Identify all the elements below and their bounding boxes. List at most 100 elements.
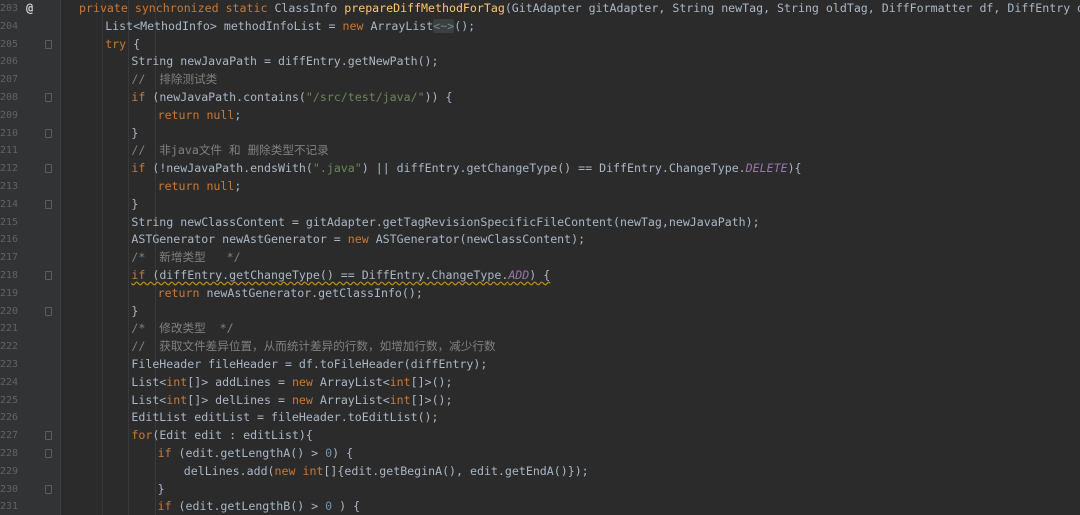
- code-line[interactable]: if (diffEntry.getChangeType() == DiffEnt…: [61, 267, 1080, 285]
- code-line[interactable]: }: [61, 303, 1080, 321]
- code-line[interactable]: return null;: [61, 107, 1080, 125]
- code-line[interactable]: if (newJavaPath.contains("/src/test/java…: [61, 89, 1080, 107]
- code-text[interactable]: String newClassContent = gitAdapter.getT…: [131, 214, 759, 232]
- code-line[interactable]: }: [61, 481, 1080, 499]
- line-number[interactable]: 226: [0, 409, 18, 427]
- code-text[interactable]: }: [131, 196, 138, 214]
- code-line[interactable]: String newClassContent = gitAdapter.getT…: [61, 214, 1080, 232]
- line-number[interactable]: 230: [0, 481, 18, 499]
- code-line[interactable]: return newAstGenerator.getClassInfo();: [61, 285, 1080, 303]
- code-line[interactable]: if (!newJavaPath.endsWith(".java") || di…: [61, 160, 1080, 178]
- line-number[interactable]: 203: [0, 0, 18, 18]
- code-line[interactable]: private synchronized static ClassInfo pr…: [61, 0, 1080, 18]
- code-text[interactable]: FileHeader fileHeader = df.toFileHeader(…: [131, 356, 487, 374]
- line-number[interactable]: 223: [0, 356, 18, 374]
- line-number[interactable]: 231: [0, 498, 18, 515]
- line-number[interactable]: 209: [0, 107, 18, 125]
- code-line[interactable]: EditList editList = fileHeader.toEditLis…: [61, 409, 1080, 427]
- fold-toggle-icon[interactable]: [45, 39, 52, 49]
- code-line[interactable]: }: [61, 125, 1080, 143]
- line-number[interactable]: 224: [0, 374, 18, 392]
- code-text[interactable]: ASTGenerator newAstGenerator = new ASTGe…: [131, 231, 585, 249]
- code-text[interactable]: private synchronized static ClassInfo pr…: [79, 0, 1080, 18]
- code-text[interactable]: // 排除测试类: [131, 71, 217, 89]
- code-text[interactable]: List<MethodInfo> methodInfoList = new Ar…: [105, 18, 475, 36]
- code-text[interactable]: String newJavaPath = diffEntry.getNewPat…: [131, 53, 438, 71]
- code-text[interactable]: delLines.add(new int[]{edit.getBeginA(),…: [184, 463, 589, 481]
- line-number[interactable]: 211: [0, 142, 18, 160]
- code-area[interactable]: private synchronized static ClassInfo pr…: [61, 0, 1080, 515]
- line-number[interactable]: 217: [0, 249, 18, 267]
- code-text[interactable]: }: [131, 125, 138, 143]
- line-number[interactable]: 216: [0, 231, 18, 249]
- code-text[interactable]: if (newJavaPath.contains("/src/test/java…: [131, 89, 452, 107]
- code-line[interactable]: // 获取文件差异位置，从而统计差异的行数，如增加行数，减少行数: [61, 338, 1080, 356]
- fold-toggle-icon[interactable]: [45, 93, 52, 102]
- line-number[interactable]: 222: [0, 338, 18, 356]
- code-text[interactable]: if (edit.getLengthB() > 0 ) {: [158, 498, 360, 515]
- folded-code-hint[interactable]: <~>: [433, 18, 455, 33]
- code-text[interactable]: }: [158, 481, 165, 499]
- code-line[interactable]: }: [61, 196, 1080, 214]
- line-number[interactable]: 215: [0, 214, 18, 232]
- fold-toggle-icon[interactable]: [45, 431, 52, 441]
- line-number[interactable]: 229: [0, 463, 18, 481]
- fold-toggle-icon[interactable]: [45, 164, 52, 174]
- line-number[interactable]: 205: [0, 36, 18, 54]
- line-number[interactable]: 214: [0, 196, 18, 214]
- line-number[interactable]: 221: [0, 320, 18, 338]
- line-number[interactable]: 218: [0, 267, 18, 285]
- fold-toggle-icon[interactable]: [45, 199, 52, 209]
- code-text[interactable]: /* 新增类型 */: [131, 249, 240, 267]
- line-number-gutter[interactable]: 203 @204 205 206 207 208 209 210 211 212 213 214 215…: [0, 0, 61, 515]
- code-text[interactable]: if (!newJavaPath.endsWith(".java") || di…: [131, 160, 801, 178]
- code-text[interactable]: /* 修改类型 */: [131, 320, 233, 338]
- code-line[interactable]: if (edit.getLengthA() > 0) {: [61, 445, 1080, 463]
- line-number[interactable]: 208: [0, 89, 18, 107]
- line-number[interactable]: 213: [0, 178, 18, 196]
- line-number[interactable]: 219: [0, 285, 18, 303]
- line-number[interactable]: 227: [0, 427, 18, 445]
- code-text[interactable]: if (diffEntry.getChangeType() == DiffEnt…: [131, 267, 550, 285]
- code-line[interactable]: /* 新增类型 */: [61, 249, 1080, 267]
- fold-toggle-icon[interactable]: [45, 306, 52, 316]
- code-text[interactable]: return newAstGenerator.getClassInfo();: [158, 285, 423, 303]
- line-number[interactable]: 212: [0, 160, 18, 178]
- code-text[interactable]: EditList editList = fileHeader.toEditLis…: [131, 409, 438, 427]
- fold-toggle-icon[interactable]: [45, 128, 52, 138]
- code-line[interactable]: return null;: [61, 178, 1080, 196]
- line-number[interactable]: 228: [0, 445, 18, 463]
- code-line[interactable]: ASTGenerator newAstGenerator = new ASTGe…: [61, 231, 1080, 249]
- line-number[interactable]: 206: [0, 53, 18, 71]
- code-text[interactable]: // 非java文件 和 删除类型不记录: [131, 142, 328, 160]
- code-line[interactable]: FileHeader fileHeader = df.toFileHeader(…: [61, 356, 1080, 374]
- line-number[interactable]: 207: [0, 71, 18, 89]
- code-text[interactable]: for(Edit edit : editList){: [131, 427, 313, 445]
- fold-toggle-icon[interactable]: [45, 484, 52, 494]
- code-line[interactable]: List<MethodInfo> methodInfoList = new Ar…: [61, 18, 1080, 36]
- line-number[interactable]: 210: [0, 125, 18, 143]
- code-line[interactable]: String newJavaPath = diffEntry.getNewPat…: [61, 53, 1080, 71]
- code-text[interactable]: List<int[]> delLines = new ArrayList<int…: [131, 392, 452, 410]
- code-text[interactable]: return null;: [158, 107, 242, 125]
- fold-toggle-icon[interactable]: [45, 449, 52, 458]
- code-text[interactable]: List<int[]> addLines = new ArrayList<int…: [131, 374, 452, 392]
- code-text[interactable]: if (edit.getLengthA() > 0) {: [158, 445, 353, 463]
- code-line[interactable]: // 非java文件 和 删除类型不记录: [61, 142, 1080, 160]
- code-line[interactable]: // 排除测试类: [61, 71, 1080, 89]
- code-text[interactable]: // 获取文件差异位置，从而统计差异的行数，如增加行数，减少行数: [131, 338, 495, 356]
- fold-toggle-icon[interactable]: [45, 271, 52, 280]
- code-text[interactable]: return null;: [158, 178, 242, 196]
- line-number[interactable]: 204: [0, 18, 18, 36]
- code-line[interactable]: try {: [61, 36, 1080, 54]
- code-line[interactable]: /* 修改类型 */: [61, 320, 1080, 338]
- line-number[interactable]: 220: [0, 303, 18, 321]
- code-line[interactable]: List<int[]> delLines = new ArrayList<int…: [61, 392, 1080, 410]
- code-line[interactable]: delLines.add(new int[]{edit.getBeginA(),…: [61, 463, 1080, 481]
- code-text[interactable]: try {: [105, 36, 140, 54]
- code-editor[interactable]: 203 @204 205 206 207 208 209 210 211 212 213 214 215…: [0, 0, 1080, 515]
- line-number[interactable]: 225: [0, 392, 18, 410]
- code-line[interactable]: for(Edit edit : editList){: [61, 427, 1080, 445]
- code-text[interactable]: }: [131, 303, 138, 321]
- override-marker-icon[interactable]: @: [26, 0, 33, 18]
